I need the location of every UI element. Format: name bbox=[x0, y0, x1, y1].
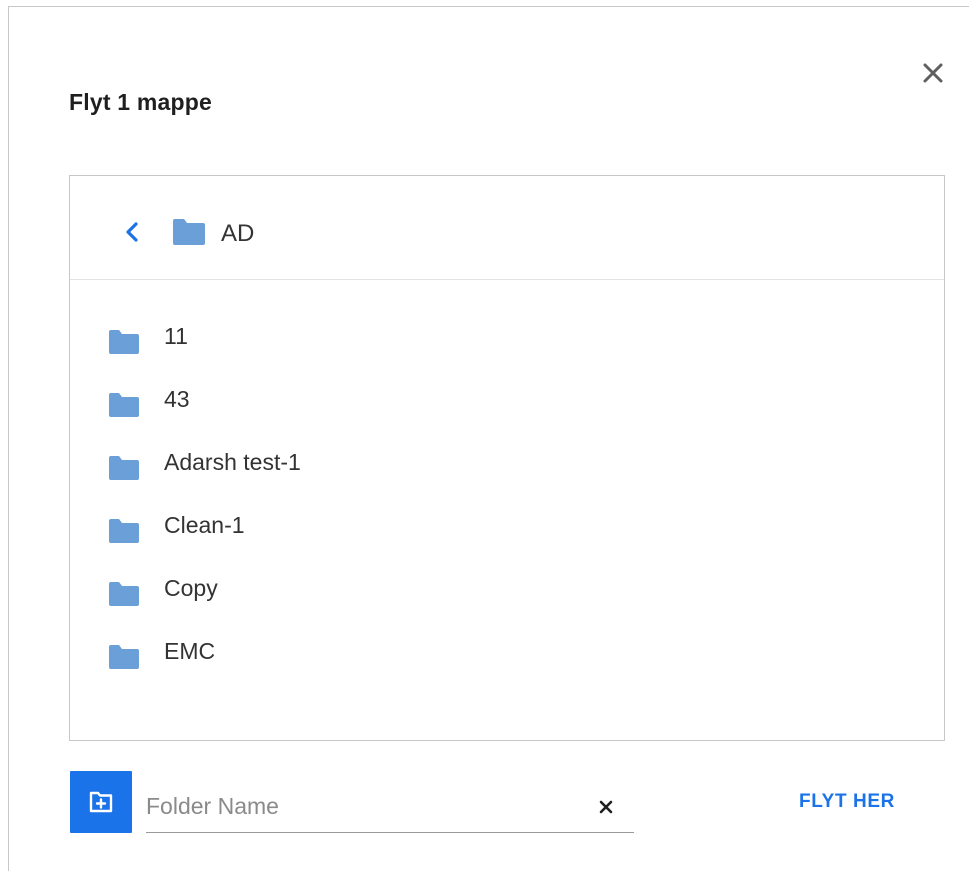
add-folder-icon bbox=[89, 791, 113, 813]
list-item[interactable]: 43 bbox=[70, 343, 944, 417]
folder-name-field bbox=[146, 777, 634, 833]
folder-icon bbox=[109, 645, 139, 669]
clear-button[interactable] bbox=[594, 795, 618, 819]
close-button[interactable] bbox=[915, 55, 951, 91]
breadcrumb-current-folder: AD bbox=[221, 220, 255, 247]
list-item[interactable]: Copy bbox=[70, 532, 944, 606]
list-item[interactable]: Clean-1 bbox=[70, 469, 944, 543]
folder-browser: AD 11 43 Adarsh test-1 Clean-1 Copy EMC bbox=[69, 175, 945, 741]
list-item[interactable]: 11 bbox=[70, 280, 944, 354]
folder-list: 11 43 Adarsh test-1 Clean-1 Copy EMC bbox=[70, 280, 944, 669]
folder-name-input[interactable] bbox=[146, 789, 566, 823]
clear-icon bbox=[599, 800, 613, 814]
close-icon bbox=[923, 63, 943, 83]
new-folder-button[interactable] bbox=[70, 771, 132, 833]
move-here-button[interactable]: FLYT HER bbox=[799, 791, 895, 821]
breadcrumb: AD bbox=[70, 176, 944, 280]
dialog-title: Flyt 1 mappe bbox=[69, 89, 212, 115]
list-item[interactable]: Adarsh test-1 bbox=[70, 406, 944, 480]
back-button[interactable] bbox=[120, 220, 144, 244]
move-dialog: Flyt 1 mappe AD 11 43 Adarsh test-1 Clea… bbox=[8, 6, 969, 871]
folder-name: EMC bbox=[164, 638, 216, 664]
chevron-left-icon bbox=[126, 222, 138, 242]
list-item[interactable]: EMC bbox=[70, 595, 944, 669]
folder-icon bbox=[173, 219, 205, 245]
